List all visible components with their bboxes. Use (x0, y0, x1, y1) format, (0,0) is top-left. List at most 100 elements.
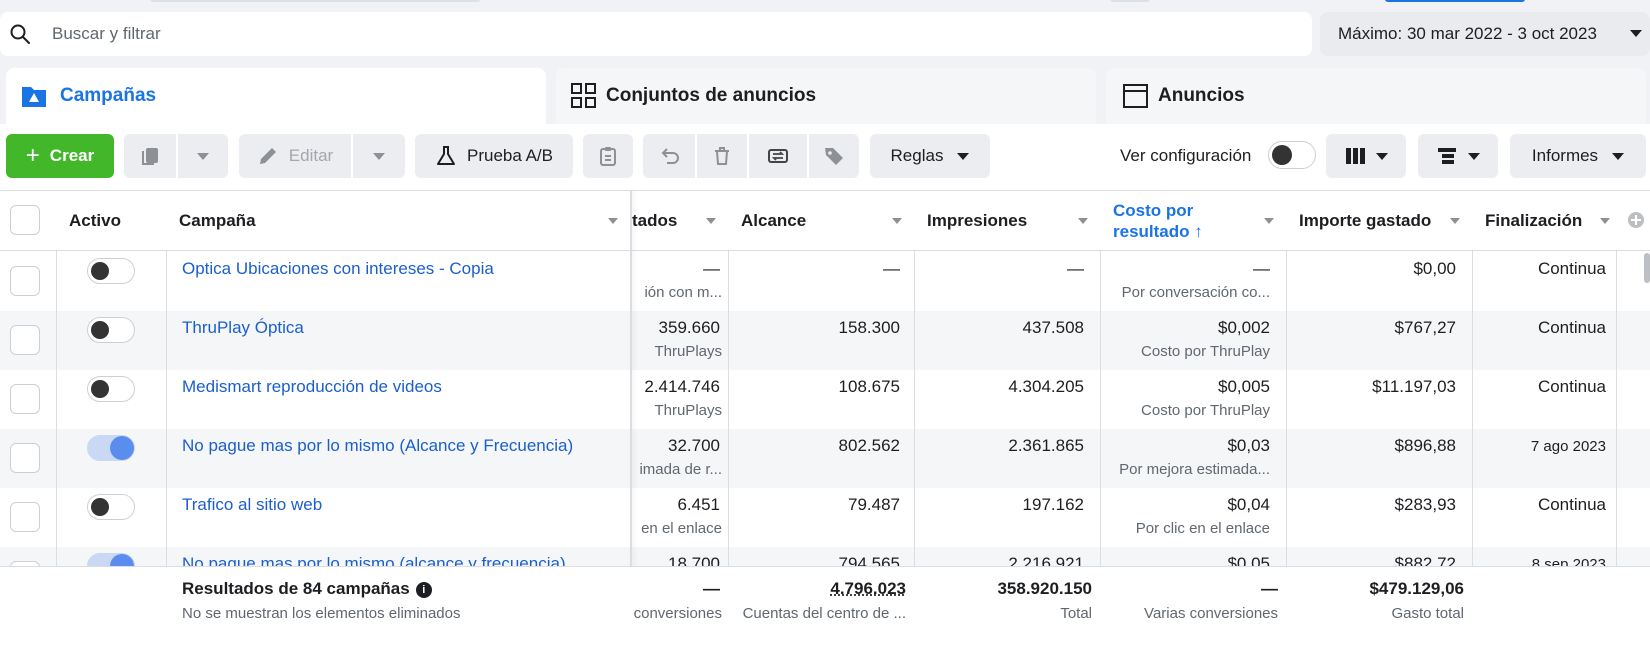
duplicate-button[interactable] (124, 134, 176, 178)
table-row[interactable]: No pague mas por lo mismo (Alcance y Fre… (0, 429, 1650, 488)
campaign-toggle[interactable] (87, 317, 135, 343)
table-row[interactable]: Medismart reproducción de videos 2.414.74… (0, 370, 1650, 429)
cost-value: $0,04 (1106, 495, 1270, 515)
edit-button[interactable]: Editar (239, 134, 351, 178)
results-label: imada de r... (632, 461, 722, 478)
edit-dropdown[interactable] (353, 134, 405, 178)
column-header-results[interactable]: tados (632, 191, 728, 251)
column-header-active[interactable]: Activo (69, 191, 159, 251)
row-checkbox[interactable] (10, 325, 40, 355)
results-value: 2.414.746 (632, 377, 720, 397)
chevron-down-icon (1600, 218, 1610, 224)
row-checkbox[interactable] (10, 502, 40, 532)
breakdown-button[interactable] (1418, 134, 1498, 178)
results-label: ión con m... (632, 284, 722, 301)
column-header-label: tados (632, 211, 677, 231)
spent-value: $11.197,03 (1292, 377, 1456, 397)
campaign-name-link[interactable]: Medismart reproducción de videos (182, 377, 442, 397)
campaign-toggle[interactable] (87, 376, 135, 402)
pencil-icon (257, 145, 279, 167)
ab-test-label: Prueba A/B (467, 146, 553, 166)
tab-label: Anuncios (1158, 85, 1245, 107)
delete-button[interactable] (697, 134, 747, 178)
column-header-campaign[interactable]: Campaña (179, 191, 619, 251)
duplicate-dropdown[interactable] (178, 134, 228, 178)
toggle-knob (91, 380, 109, 398)
vertical-scrollbar[interactable] (1644, 253, 1650, 283)
ab-test-button[interactable]: Prueba A/B (415, 134, 573, 178)
chevron-down-icon (1078, 218, 1088, 224)
toggle-knob (91, 262, 109, 280)
undo-button[interactable] (643, 134, 695, 178)
end-value: Continua (1478, 318, 1606, 338)
row-checkbox[interactable] (10, 443, 40, 473)
tab-ad-sets[interactable]: Conjuntos de anuncios (556, 68, 1096, 124)
grid-icon (570, 82, 598, 110)
top-pill (150, 0, 480, 2)
summary-reach[interactable]: 4.796.023 (740, 579, 906, 599)
summary-results: — (632, 579, 720, 599)
tab-label: Campañas (60, 85, 156, 107)
column-header-cost-per-result[interactable]: Costo por resultado ↑ (1113, 191, 1286, 251)
reports-button[interactable]: Informes (1510, 134, 1646, 178)
campaign-name-link[interactable]: ThruPlay Óptica (182, 318, 304, 338)
column-header-label: Importe gastado (1299, 211, 1431, 231)
campaign-name-link[interactable]: Optica Ubicaciones con intereses - Copia (182, 259, 494, 279)
summary-row: Resultados de 84 campañas i No se muestra… (0, 566, 1650, 652)
select-all-checkbox[interactable] (10, 205, 40, 235)
chevron-down-icon (1630, 30, 1642, 37)
search-bar[interactable] (0, 12, 1312, 56)
column-header-label: Activo (69, 211, 121, 231)
tag-icon (823, 145, 845, 167)
tab-campaigns[interactable]: Campañas (6, 68, 546, 124)
row-checkbox[interactable] (10, 384, 40, 414)
summary-note: No se muestran los elementos eliminados (182, 605, 460, 622)
cost-label: Costo por ThruPlay (1106, 343, 1270, 360)
table-row[interactable]: Trafico al sitio web 6.451 en el enlace 79.… (0, 488, 1650, 547)
campaign-toggle[interactable] (87, 258, 135, 284)
tag-button[interactable] (809, 134, 859, 178)
column-header-label: Impresiones (927, 211, 1027, 231)
search-input[interactable] (52, 12, 1252, 56)
impressions-value: 4.304.205 (920, 377, 1084, 397)
summary-title: Resultados de 84 campañas i (182, 579, 432, 599)
table-row[interactable]: ThruPlay Óptica 359.660 ThruPlays 158.300 43… (0, 311, 1650, 370)
exchange-button[interactable] (749, 134, 807, 178)
chevron-down-icon (1612, 153, 1624, 160)
campaign-toggle[interactable] (87, 435, 135, 461)
summary-results-sub: conversiones (632, 605, 722, 622)
column-header-end[interactable]: Finalización (1485, 191, 1616, 251)
spent-value: $283,93 (1292, 495, 1456, 515)
end-value: Continua (1478, 495, 1606, 515)
view-settings-toggle[interactable] (1268, 141, 1316, 169)
column-header-reach[interactable]: Alcance (741, 191, 914, 251)
info-icon[interactable]: i (416, 582, 432, 598)
rules-button[interactable]: Reglas (870, 134, 990, 178)
columns-icon (1344, 145, 1366, 167)
clipboard-button[interactable] (583, 134, 633, 178)
spent-value: $767,27 (1292, 318, 1456, 338)
breakdown-icon (1436, 145, 1458, 167)
table-row[interactable]: Optica Ubicaciones con intereses - Copia… (0, 252, 1650, 311)
top-pill (1110, 0, 1150, 2)
row-checkbox[interactable] (10, 266, 40, 296)
date-range-picker[interactable]: Máximo: 30 mar 2022 - 3 oct 2023 (1320, 12, 1650, 56)
column-header-impressions[interactable]: Impresiones (927, 191, 1100, 251)
summary-title-text: Resultados de 84 campañas (182, 579, 410, 598)
campaign-name-link[interactable]: Trafico al sitio web (182, 495, 322, 515)
tab-ads[interactable]: Anuncios (1106, 68, 1646, 124)
add-column-icon[interactable] (1627, 211, 1645, 229)
cost-label: Por mejora estimada... (1106, 461, 1270, 478)
create-button[interactable]: + Crear (6, 134, 114, 178)
campaign-name-link[interactable]: No pague mas por lo mismo (Alcance y Fre… (182, 436, 573, 456)
column-header-amount-spent[interactable]: Importe gastado (1299, 191, 1472, 251)
campaign-toggle[interactable] (87, 494, 135, 520)
column-header-label: Alcance (741, 211, 806, 231)
results-value: 6.451 (632, 495, 720, 515)
spent-value: $0,00 (1292, 259, 1456, 279)
cost-value: — (1106, 259, 1270, 279)
cost-value: $0,03 (1106, 436, 1270, 456)
reports-label: Informes (1532, 146, 1598, 166)
columns-button[interactable] (1326, 134, 1406, 178)
end-value: 7 ago 2023 (1478, 438, 1606, 455)
